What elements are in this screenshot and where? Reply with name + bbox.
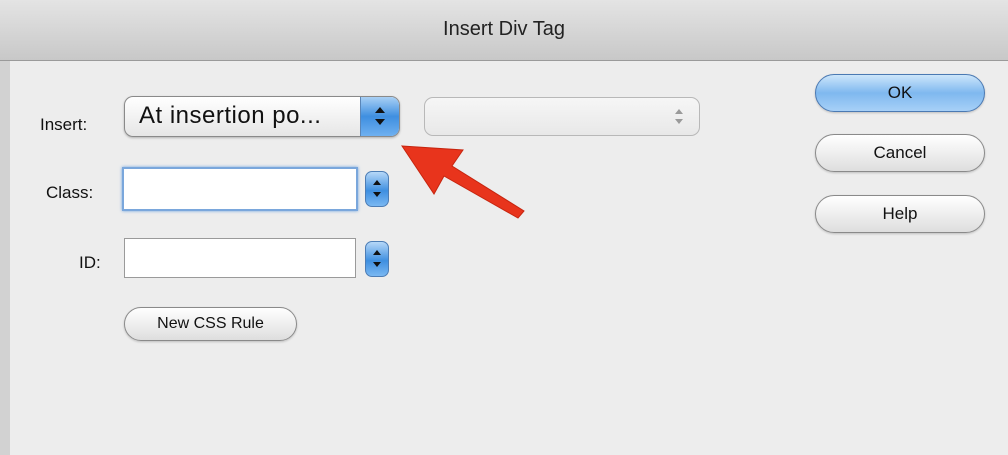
red-arrow-icon — [401, 145, 525, 219]
